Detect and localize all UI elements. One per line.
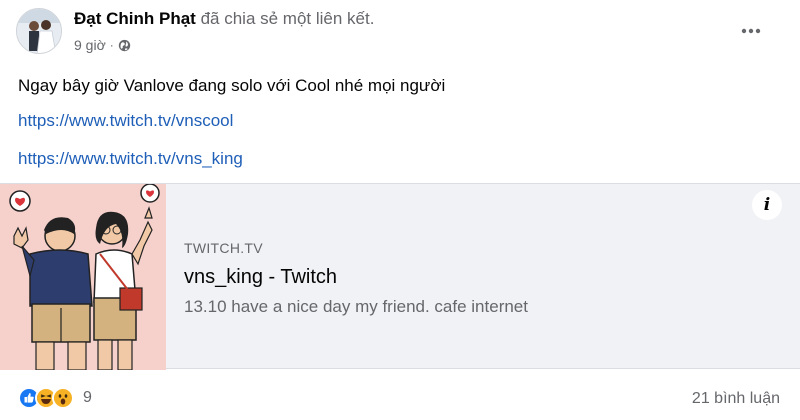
post-link-vnscool[interactable]: https://www.twitch.tv/vnscool [18, 111, 233, 131]
post-action-text: đã chia sẻ một liên kết. [200, 9, 375, 28]
meta-separator: · [109, 38, 114, 52]
info-icon[interactable]: i [752, 190, 782, 220]
wow-icon [52, 387, 74, 409]
reaction-count[interactable]: 9 [83, 389, 92, 407]
link-preview-card[interactable]: TWITCH.TV vns_king - Twitch 13.10 have a… [0, 183, 800, 370]
post-meta: 9 giờ · [74, 37, 131, 53]
feed-post: Đạt Chinh Phạt đã chia sẻ một liên kết. … [0, 0, 800, 420]
link-preview-image[interactable] [0, 184, 166, 370]
link-preview-description: 13.10 have a nice day my friend. cafe in… [184, 297, 528, 316]
link-preview-title[interactable]: vns_king - Twitch [184, 266, 337, 289]
globe-icon[interactable] [118, 39, 131, 52]
more-options-button[interactable] [736, 16, 766, 46]
post-timestamp[interactable]: 9 giờ [74, 37, 106, 53]
link-preview-domain: TWITCH.TV [184, 240, 263, 256]
more-icon [741, 28, 761, 34]
comments-count[interactable]: 21 bình luận [692, 390, 780, 408]
post-header-text: Đạt Chinh Phạt đã chia sẻ một liên kết. [74, 9, 374, 29]
post-message: Ngay bây giờ Vanlove đang solo với Cool … [18, 76, 446, 95]
author-avatar[interactable] [16, 8, 62, 54]
info-glyph: i [763, 195, 771, 215]
author-name[interactable]: Đạt Chinh Phạt [74, 9, 196, 28]
reaction-summary[interactable]: 9 [18, 387, 92, 409]
post-link-vns-king[interactable]: https://www.twitch.tv/vns_king [18, 149, 243, 169]
